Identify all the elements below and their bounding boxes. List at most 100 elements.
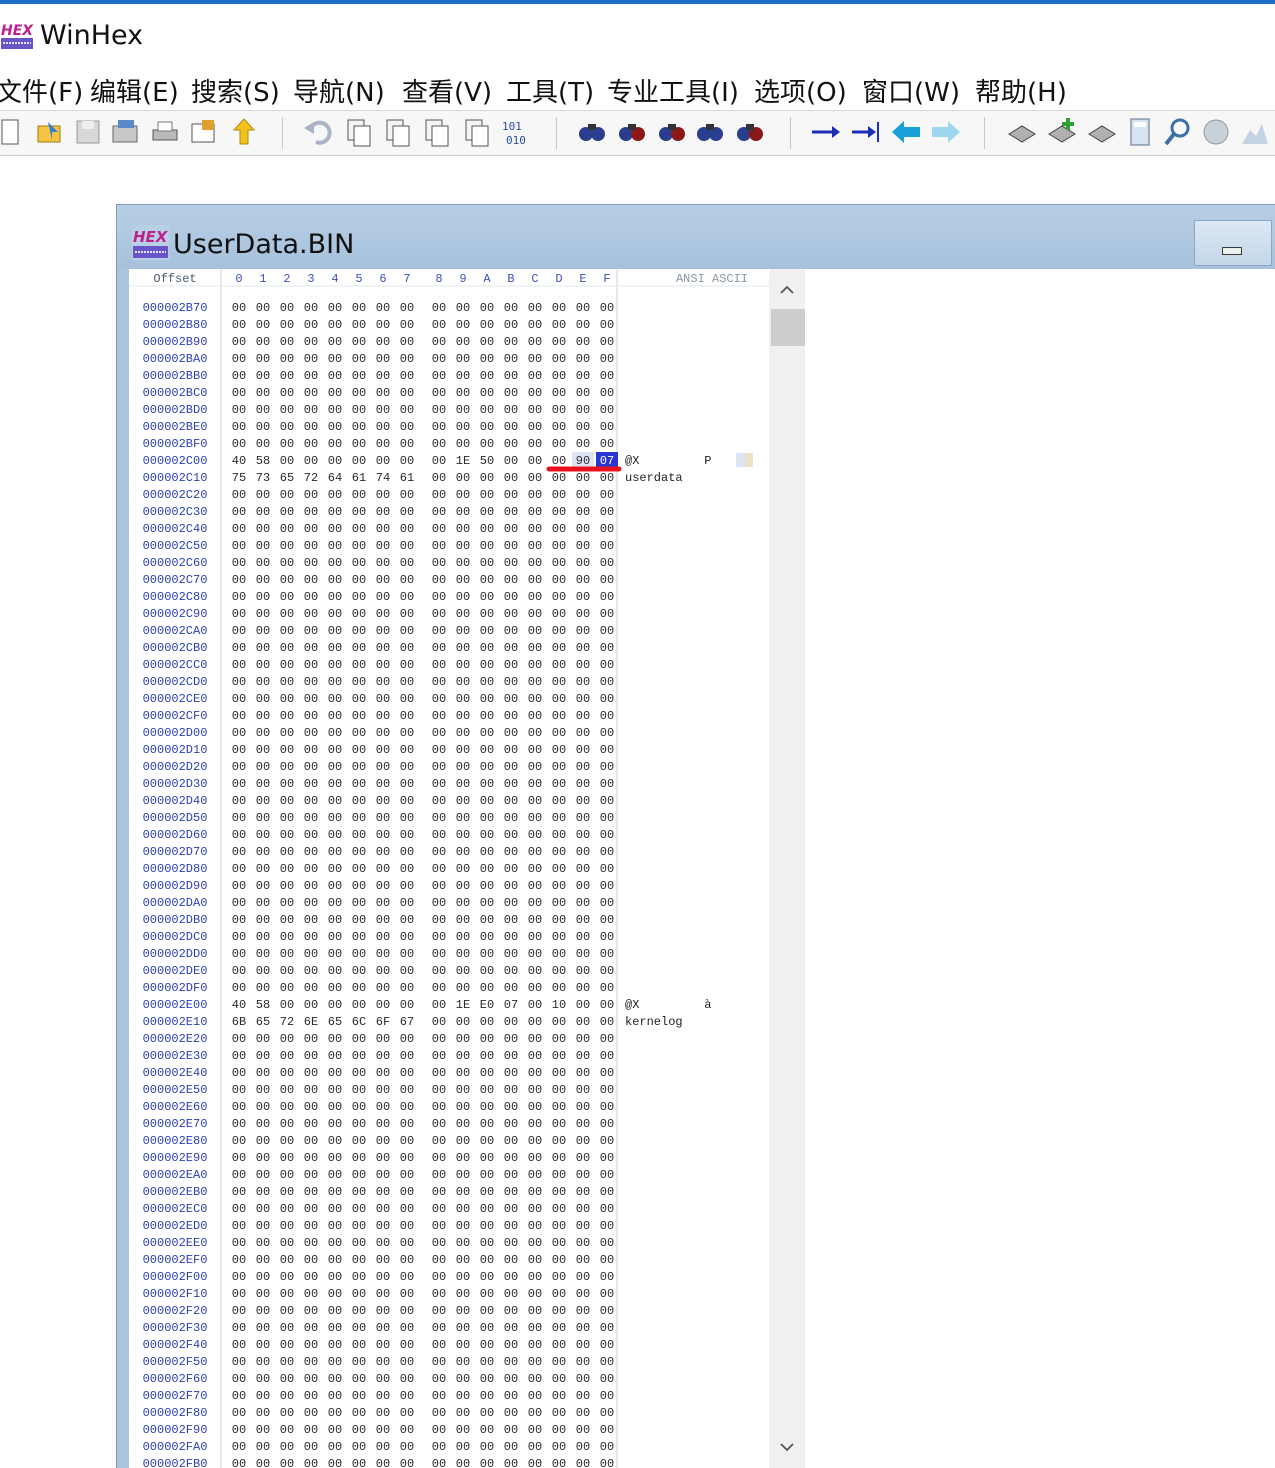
find-hex-icon[interactable]	[616, 116, 648, 148]
undo-icon[interactable]	[302, 116, 334, 148]
hex-byte-cell: 00	[400, 488, 414, 502]
hex-byte-cell: 00	[376, 947, 390, 961]
hex-byte-cell: 00	[256, 1185, 270, 1199]
hex-byte-cell: 00	[504, 1457, 518, 1468]
hex-byte-cell: 00	[280, 1287, 294, 1301]
document-titlebar[interactable]: HEX UserData.BIN	[117, 205, 1275, 269]
hex-byte-cell: 00	[480, 879, 494, 893]
hex-byte-cell: 00	[480, 386, 494, 400]
hex-byte-cell: 00	[528, 1389, 542, 1403]
hex-byte-cell: 00	[456, 760, 470, 774]
hex-byte-cell: 00	[528, 335, 542, 349]
menu-help[interactable]: 帮助(H)	[975, 72, 1067, 109]
hex-byte-cell: 00	[256, 556, 270, 570]
modify-data-icon[interactable]: 101010	[498, 116, 530, 148]
hex-byte-cell: 00	[528, 641, 542, 655]
hex-byte-cell: 00	[432, 335, 446, 349]
hex-byte-cell: 00	[232, 879, 246, 893]
find-hex-value-icon[interactable]	[656, 116, 688, 148]
analyze-icon[interactable]	[1200, 116, 1232, 148]
scroll-thumb[interactable]	[771, 309, 805, 346]
hex-byte-cell: 00	[352, 335, 366, 349]
menu-edit[interactable]: 编辑(E)	[90, 72, 179, 109]
hex-byte-cell: 00	[352, 1440, 366, 1454]
properties-icon[interactable]	[188, 116, 220, 148]
search-icon[interactable]	[1162, 116, 1194, 148]
go-up-icon[interactable]	[228, 116, 260, 148]
hex-byte-cell: 00	[528, 845, 542, 859]
hex-byte-cell: 00	[328, 760, 342, 774]
ascii-cell: kernelog	[625, 1015, 683, 1029]
offset-cell: 000002DB0	[143, 913, 208, 927]
hex-byte-cell: 00	[504, 1270, 518, 1284]
hex-editor-view[interactable]: Offset 0 1 2 3 4 5 6 7 8 9 A B C D E F ANSI ASCII 000002B7…	[129, 269, 769, 1468]
hex-byte-cell: 00	[552, 301, 566, 315]
hex-byte-cell: 00	[376, 726, 390, 740]
restore-button[interactable]	[1194, 220, 1272, 266]
hex-byte-cell: 00	[280, 1423, 294, 1437]
hex-byte-cell: 00	[432, 352, 446, 366]
menu-specialist-tools[interactable]: 专业工具(I)	[607, 72, 739, 109]
forward-icon[interactable]	[930, 116, 962, 148]
save-icon[interactable]	[72, 116, 104, 148]
add-disk-icon[interactable]	[1046, 116, 1078, 148]
hex-byte-cell: 00	[504, 1406, 518, 1420]
save-as-icon[interactable]	[110, 116, 142, 148]
menu-tools[interactable]: 工具(T)	[506, 72, 594, 109]
paste-special-icon[interactable]	[460, 116, 492, 148]
back-icon[interactable]	[890, 116, 922, 148]
print-icon[interactable]	[149, 116, 181, 148]
menu-navigation[interactable]: 导航(N)	[293, 72, 385, 109]
hex-byte-cell: 00	[400, 1423, 414, 1437]
logo-text: HEX	[1, 23, 34, 39]
offset-cell: 000002E60	[143, 1100, 208, 1114]
calculator-icon[interactable]	[1124, 116, 1156, 148]
hex-byte-cell: 00	[328, 1168, 342, 1182]
cut-icon[interactable]	[381, 116, 413, 148]
scroll-up-icon[interactable]	[777, 280, 797, 300]
hex-grid[interactable]: Offset 0 1 2 3 4 5 6 7 8 9 A B C D E F ANSI ASCII000002B7…	[129, 269, 769, 1468]
open-file-icon[interactable]	[34, 116, 66, 148]
menu-options[interactable]: 选项(O)	[754, 72, 847, 109]
hex-byte-cell: 00	[256, 692, 270, 706]
hex-byte-cell: 00	[432, 1287, 446, 1301]
hex-byte-cell: 00	[400, 930, 414, 944]
hex-byte-cell: 00	[256, 1049, 270, 1063]
hex-byte-cell: 00	[304, 1287, 318, 1301]
goto-end-icon[interactable]	[850, 116, 882, 148]
hex-byte-cell: 00	[456, 1083, 470, 1097]
hex-byte-cell: 00	[552, 1423, 566, 1437]
hex-byte-cell: 00	[552, 505, 566, 519]
hex-byte-cell: 61	[400, 471, 414, 485]
menu-window[interactable]: 窗口(W)	[862, 72, 960, 109]
replace-hex-icon[interactable]	[734, 116, 766, 148]
open-disk-icon[interactable]	[1006, 116, 1038, 148]
new-file-icon[interactable]	[0, 116, 26, 148]
hex-byte-cell: 00	[256, 1321, 270, 1335]
hex-byte-cell: 00	[504, 709, 518, 723]
hex-byte-cell: 00	[456, 828, 470, 842]
paste-icon[interactable]	[420, 116, 452, 148]
menu-view[interactable]: 查看(V)	[402, 72, 492, 109]
open-ram-icon[interactable]	[1086, 116, 1118, 148]
goto-offset-icon[interactable]	[810, 116, 842, 148]
hex-byte-cell: 00	[232, 624, 246, 638]
hex-byte-cell: 00	[376, 1134, 390, 1148]
offset-cell: 000002D90	[143, 879, 208, 893]
copy-icon[interactable]	[342, 116, 374, 148]
hex-byte-cell: 00	[528, 488, 542, 502]
hex-byte-cell: 00	[552, 1202, 566, 1216]
hex-byte-cell: 00	[504, 1219, 518, 1233]
offset-cell: 000002F80	[143, 1406, 208, 1420]
hex-byte-cell: 00	[280, 488, 294, 502]
find-text-icon[interactable]	[576, 116, 608, 148]
vertical-scrollbar[interactable]	[769, 269, 805, 1468]
hex-byte-cell: 00	[400, 318, 414, 332]
hex-byte-cell: 00	[304, 1134, 318, 1148]
hex-byte-cell: 00	[600, 675, 614, 689]
chart-icon[interactable]	[1238, 116, 1270, 148]
menu-file[interactable]: 文件(F)	[0, 72, 83, 109]
scroll-down-icon[interactable]	[777, 1437, 797, 1457]
menu-search[interactable]: 搜索(S)	[191, 72, 280, 109]
replace-text-icon[interactable]	[694, 116, 726, 148]
